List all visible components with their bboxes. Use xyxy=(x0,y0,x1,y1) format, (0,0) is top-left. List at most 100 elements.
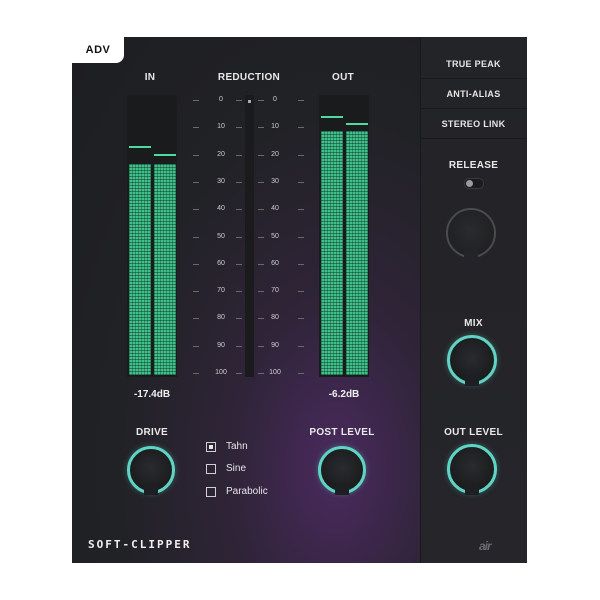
scale-tick-left-a-50 xyxy=(193,236,199,238)
scale-left-60: 60 xyxy=(217,259,225,267)
scale-tick-right-b-0 xyxy=(298,100,304,101)
scale-right-10: 10 xyxy=(271,123,279,131)
release-label: RELEASE xyxy=(448,160,499,171)
scale-left-100: 100 xyxy=(215,369,227,376)
release-toggle[interactable] xyxy=(464,178,484,189)
scale-tick-right-b-40 xyxy=(298,209,304,211)
scale-right-100: 100 xyxy=(269,369,281,376)
scale-tick-right-a-60 xyxy=(258,263,264,265)
out-peak-right xyxy=(346,123,368,125)
out-level-readout: -6.2dB xyxy=(328,389,360,400)
in-meter-label: IN xyxy=(144,72,156,83)
drive-label: DRIVE xyxy=(135,427,169,438)
out-level-knob[interactable] xyxy=(447,444,497,495)
out-level-label: OUT LEVEL xyxy=(444,427,503,438)
scale-right-60: 60 xyxy=(271,259,279,267)
scale-tick-left-a-30 xyxy=(193,181,199,183)
scale-tick-left-a-0 xyxy=(193,100,199,101)
scale-left-30: 30 xyxy=(217,177,225,185)
shape-option-parabolic[interactable]: Parabolic xyxy=(206,486,268,497)
scale-tick-right-a-80 xyxy=(258,318,264,320)
mix-label: MIX xyxy=(464,318,483,329)
scale-left-0: 0 xyxy=(219,96,223,103)
in-meter-right-bar xyxy=(154,164,176,375)
scale-tick-left-a-80 xyxy=(193,318,199,320)
scale-tick-left-b-40 xyxy=(236,209,242,211)
scale-left-70: 70 xyxy=(217,287,225,295)
stereo-link-button[interactable]: STEREO LINK xyxy=(420,110,527,139)
scale-right-90: 90 xyxy=(271,341,279,349)
in-meter-left-bar xyxy=(129,164,151,375)
scale-left-50: 50 xyxy=(217,232,225,240)
scale-left-20: 20 xyxy=(217,150,225,158)
scale-tick-left-b-80 xyxy=(236,318,242,320)
scale-tick-left-b-70 xyxy=(236,291,242,293)
adv-tab[interactable]: ADV xyxy=(72,37,124,63)
release-knob[interactable] xyxy=(446,208,496,260)
scale-right-70: 70 xyxy=(271,287,279,295)
in-peak-right xyxy=(154,154,176,156)
scale-tick-left-b-60 xyxy=(236,263,242,265)
scale-tick-left-b-0 xyxy=(236,100,242,101)
scale-tick-right-b-100 xyxy=(298,373,304,374)
reduction-indicator xyxy=(248,100,251,103)
scale-tick-right-a-40 xyxy=(258,209,264,211)
scale-tick-left-b-10 xyxy=(236,127,242,129)
parabolic-checkbox[interactable] xyxy=(206,486,216,497)
sine-checkbox[interactable] xyxy=(206,463,216,474)
scale-tick-right-b-20 xyxy=(298,154,304,156)
drive-knob[interactable] xyxy=(127,446,175,495)
scale-tick-right-a-50 xyxy=(258,236,264,238)
out-meter-label: OUT xyxy=(331,72,354,83)
scale-tick-right-b-60 xyxy=(298,263,304,265)
tahn-checkbox[interactable] xyxy=(206,441,216,452)
scale-tick-right-b-90 xyxy=(298,345,304,347)
scale-tick-right-a-20 xyxy=(258,154,264,156)
scale-left-90: 90 xyxy=(217,341,225,349)
scale-tick-right-b-70 xyxy=(298,291,304,293)
scale-tick-right-b-80 xyxy=(298,318,304,320)
scale-right-80: 80 xyxy=(271,314,279,322)
in-peak-left xyxy=(129,146,151,148)
post-level-label: POST LEVEL xyxy=(309,427,375,438)
reduction-meter xyxy=(245,95,254,377)
scale-tick-right-a-10 xyxy=(258,127,264,129)
post-level-knob[interactable] xyxy=(318,446,366,495)
scale-right-50: 50 xyxy=(271,232,279,240)
scale-tick-right-a-30 xyxy=(258,181,264,183)
mix-knob[interactable] xyxy=(447,335,497,386)
scale-tick-left-b-90 xyxy=(236,345,242,347)
true-peak-button[interactable]: TRUE PEAK xyxy=(420,50,527,79)
soft-clipper-plugin: ADV IN REDUCTION OUT -17.4dB -6.2dB DRIV… xyxy=(72,37,527,563)
scale-tick-left-a-10 xyxy=(193,127,199,129)
scale-right-0: 0 xyxy=(273,96,277,103)
shape-option-tahn[interactable]: Tahn xyxy=(206,441,248,452)
scale-right-20: 20 xyxy=(271,150,279,158)
reduction-label: REDUCTION xyxy=(217,72,281,83)
out-meter-right-bar xyxy=(346,131,368,375)
scale-right-30: 30 xyxy=(271,177,279,185)
out-peak-left xyxy=(321,116,343,118)
scale-left-10: 10 xyxy=(217,123,225,131)
scale-tick-left-b-50 xyxy=(236,236,242,238)
in-level-readout: -17.4dB xyxy=(133,389,171,400)
scale-tick-left-a-70 xyxy=(193,291,199,293)
air-logo: air xyxy=(479,539,492,553)
parabolic-label: Parabolic xyxy=(226,486,268,497)
scale-tick-left-b-30 xyxy=(236,181,242,183)
scale-tick-right-a-100 xyxy=(258,373,264,374)
anti-alias-button[interactable]: ANTI-ALIAS xyxy=(420,80,527,109)
shape-option-sine[interactable]: Sine xyxy=(206,463,246,474)
scale-tick-left-a-100 xyxy=(193,373,199,374)
scale-tick-right-a-90 xyxy=(258,345,264,347)
scale-tick-left-a-40 xyxy=(193,209,199,211)
scale-tick-right-b-10 xyxy=(298,127,304,129)
scale-tick-right-b-30 xyxy=(298,181,304,183)
scale-tick-right-b-50 xyxy=(298,236,304,238)
scale-tick-left-a-90 xyxy=(193,345,199,347)
out-meter-left-bar xyxy=(321,131,343,375)
scale-tick-right-a-70 xyxy=(258,291,264,293)
tahn-label: Tahn xyxy=(226,441,248,452)
scale-tick-right-a-0 xyxy=(258,100,264,101)
scale-right-40: 40 xyxy=(271,205,279,213)
